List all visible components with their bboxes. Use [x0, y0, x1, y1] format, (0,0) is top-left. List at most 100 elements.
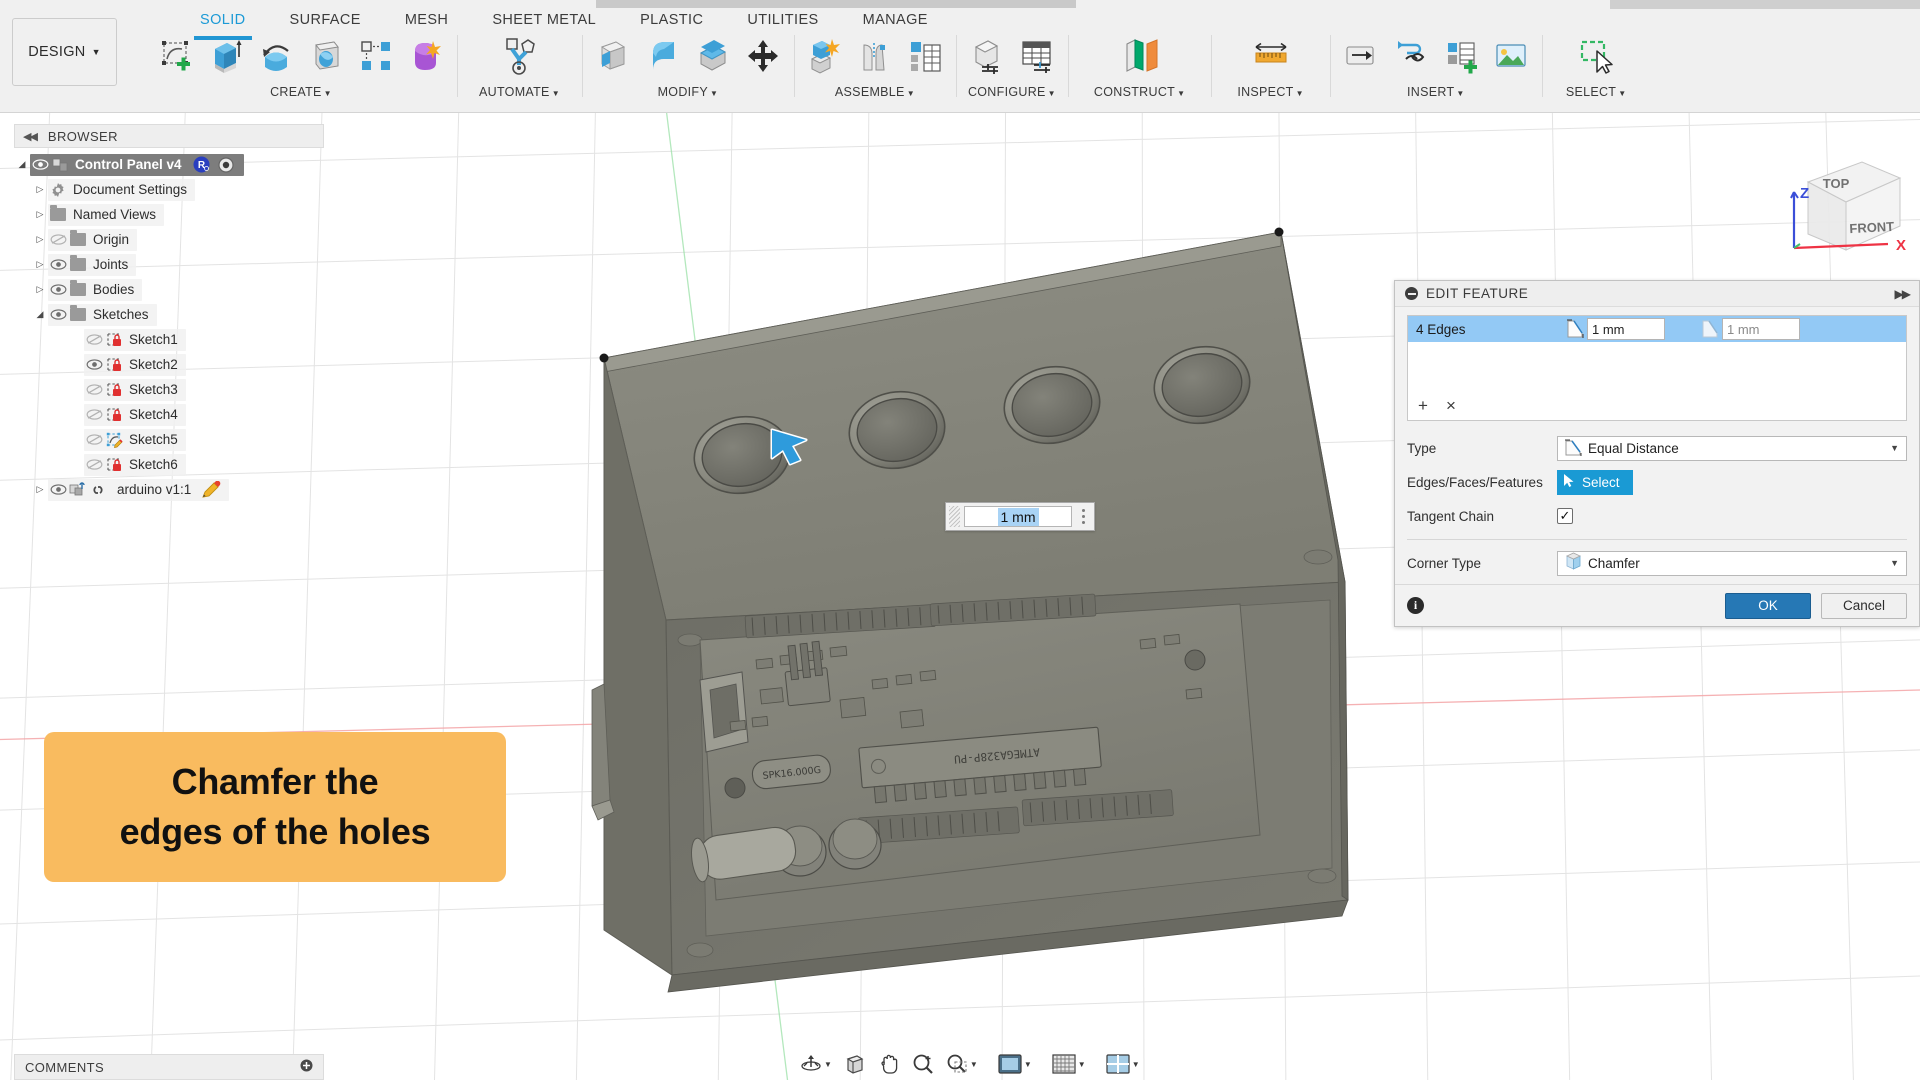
look-at-icon[interactable] [839, 1053, 871, 1075]
tree-item-bodies[interactable]: ▷ Bodies [14, 277, 324, 302]
dimension-options-icon[interactable] [1076, 509, 1090, 524]
tree-item-document-settings[interactable]: ▷ Document Settings [14, 177, 324, 202]
add-comment-icon[interactable] [300, 1059, 313, 1075]
eye-hidden-icon[interactable] [84, 431, 104, 449]
joint-icon[interactable] [854, 33, 896, 79]
pattern-icon[interactable] [355, 33, 397, 79]
distance1-field[interactable] [1566, 317, 1665, 342]
extrude-icon[interactable] [205, 33, 247, 79]
expand-arrow-icon[interactable]: ▷ [32, 209, 48, 220]
insert-mcmaster-icon[interactable] [1390, 33, 1432, 79]
zoom-icon[interactable] [907, 1053, 939, 1075]
tree-item-sketch5[interactable]: Sketch5 [14, 427, 324, 452]
distance2-field[interactable] [1701, 317, 1800, 342]
eye-visible-icon[interactable] [48, 256, 68, 274]
tree-item-sketch1[interactable]: Sketch1 [14, 327, 324, 352]
distance2-input[interactable] [1722, 318, 1800, 340]
fillet-icon[interactable] [642, 33, 684, 79]
select-window-icon[interactable] [1570, 33, 1622, 79]
pan-hand-icon[interactable] [873, 1053, 905, 1075]
dialog-titlebar[interactable]: EDIT FEATURE ▶▶ [1395, 281, 1919, 307]
display-settings-icon[interactable]: ▼ [993, 1054, 1037, 1074]
collapse-arrow-icon[interactable]: ◢ [32, 309, 48, 320]
pencil-icon[interactable] [201, 480, 221, 499]
workspace-switcher[interactable]: DESIGN ▼ [12, 18, 117, 86]
tree-item-sketch3[interactable]: Sketch3 [14, 377, 324, 402]
tab-utilities[interactable]: UTILITIES [725, 8, 840, 34]
eye-visible-icon[interactable] [48, 281, 68, 299]
revision-badge-icon[interactable]: R [192, 156, 212, 174]
tab-solid[interactable]: SOLID [178, 8, 268, 40]
insert-derive-icon[interactable] [1340, 33, 1382, 79]
automate-icon[interactable] [492, 33, 546, 79]
tree-item-sketch4[interactable]: Sketch4 [14, 402, 324, 427]
grid-snaps-icon[interactable]: ▼ [1047, 1054, 1091, 1074]
tab-manage[interactable]: MANAGE [841, 8, 950, 34]
tab-sheet-metal[interactable]: SHEET METAL [470, 8, 618, 34]
tab-plastic[interactable]: PLASTIC [618, 8, 725, 34]
expand-arrow-icon[interactable]: ▷ [32, 259, 48, 270]
shell-icon[interactable] [692, 33, 734, 79]
tangent-chain-checkbox[interactable]: ✓ [1557, 508, 1573, 524]
expand-arrow-icon[interactable]: ▷ [32, 234, 48, 245]
activate-component-icon[interactable] [216, 156, 236, 174]
collapse-left-icon[interactable]: ◀◀ [23, 130, 38, 143]
expand-arrow-icon[interactable]: ▷ [32, 184, 48, 195]
select-button[interactable]: Select [1557, 469, 1633, 495]
tab-surface[interactable]: SURFACE [268, 8, 383, 34]
type-dropdown[interactable]: Equal Distance ▼ [1557, 435, 1907, 461]
new-component-icon[interactable] [804, 33, 846, 79]
add-selection-button[interactable]: + [1418, 397, 1428, 414]
tree-item-origin[interactable]: ▷ Origin [14, 227, 324, 252]
press-pull-icon[interactable] [592, 33, 634, 79]
dimension-value-field[interactable]: 1 mm [964, 506, 1072, 527]
insert-component-icon[interactable] [1440, 33, 1482, 79]
revolve-icon[interactable] [255, 33, 297, 79]
zoom-window-icon[interactable]: ▼ [941, 1053, 983, 1075]
eye-hidden-icon[interactable] [84, 331, 104, 349]
eye-hidden-icon[interactable] [84, 381, 104, 399]
configure-body-icon[interactable] [966, 33, 1008, 79]
create-sketch-icon[interactable] [155, 33, 197, 79]
view-cube[interactable]: TOP FRONT Z X [1780, 140, 1920, 260]
bom-icon[interactable] [904, 33, 946, 79]
comments-panel[interactable]: COMMENTS [14, 1054, 324, 1080]
configure-table-icon[interactable] [1016, 33, 1058, 79]
move-copy-icon[interactable] [742, 33, 784, 79]
eye-hidden-icon[interactable] [48, 231, 68, 249]
drag-handle-icon[interactable] [949, 506, 960, 527]
tree-item-sketch6[interactable]: Sketch6 [14, 452, 324, 477]
edge-row[interactable]: 4 Edges [1408, 316, 1906, 342]
eye-hidden-icon[interactable] [84, 456, 104, 474]
form-icon[interactable] [405, 33, 447, 79]
expand-arrow-icon[interactable]: ▷ [32, 484, 48, 495]
tree-item-sketch2[interactable]: Sketch2 [14, 352, 324, 377]
eye-visible-icon[interactable] [84, 356, 104, 374]
insert-canvas-icon[interactable] [1490, 33, 1532, 79]
cancel-button[interactable]: Cancel [1821, 592, 1907, 619]
ok-button[interactable]: OK [1725, 592, 1811, 619]
eye-visible-icon[interactable] [48, 306, 68, 324]
remove-selection-button[interactable]: × [1446, 397, 1456, 414]
measure-icon[interactable] [1244, 33, 1298, 79]
minimize-icon[interactable] [1405, 287, 1418, 300]
eye-hidden-icon[interactable] [84, 406, 104, 424]
tab-mesh[interactable]: MESH [383, 8, 471, 34]
corner-type-dropdown[interactable]: Chamfer ▼ [1557, 550, 1907, 576]
tree-item-arduino[interactable]: ▷ arduino v1:1 [14, 477, 324, 502]
viewports-icon[interactable]: ▼ [1101, 1054, 1145, 1074]
tree-item-named-views[interactable]: ▷ Named Views [14, 202, 324, 227]
distance1-input[interactable] [1587, 318, 1665, 340]
tree-item-sketches[interactable]: ◢ Sketches [14, 302, 324, 327]
construct-plane-icon[interactable] [1113, 33, 1167, 79]
expand-right-icon[interactable]: ▶▶ [1895, 287, 1912, 301]
sweep-icon[interactable] [305, 33, 347, 79]
expand-arrow-icon[interactable]: ▷ [32, 284, 48, 295]
canvas-dimension-input[interactable]: 1 mm [945, 502, 1095, 531]
tree-item-root[interactable]: ◢ Control Panel v4 R [14, 152, 324, 177]
info-icon[interactable]: i [1407, 597, 1424, 614]
eye-visible-icon[interactable] [48, 481, 68, 499]
edge-selection-list[interactable]: 4 Edges + × [1407, 315, 1907, 421]
expand-arrow-icon[interactable]: ◢ [14, 159, 30, 170]
tree-item-joints[interactable]: ▷ Joints [14, 252, 324, 277]
